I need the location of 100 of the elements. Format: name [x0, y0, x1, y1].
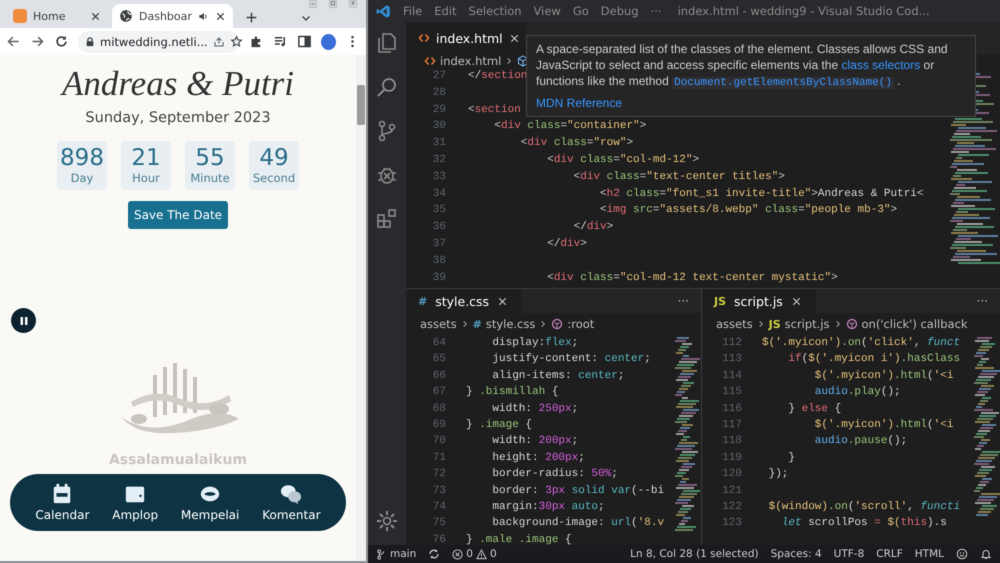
chevron-icon [756, 319, 765, 329]
code-icon [424, 55, 436, 67]
speaker-icon[interactable] [198, 10, 209, 22]
code-line: background-image: url('8.v [491, 516, 664, 532]
nav-item[interactable]: Komentar [262, 483, 321, 522]
side-panel-icon[interactable] [297, 34, 312, 49]
address-bar[interactable]: mitwedding.netli... [78, 30, 240, 52]
file-type-icon: JS [768, 318, 781, 330]
editor-tab[interactable]: # style.css [406, 289, 522, 313]
class-selectors-link[interactable]: class selectors [842, 58, 920, 72]
nav-item[interactable]: Calendar [35, 483, 90, 522]
avatar[interactable] [321, 34, 336, 50]
menu-item[interactable]: Go [572, 4, 589, 18]
browser-tab[interactable]: Dashboar [112, 4, 233, 28]
close-icon[interactable] [214, 10, 226, 22]
menu-item[interactable]: ··· [650, 4, 662, 18]
editor-tab[interactable]: index.html [406, 22, 526, 54]
line-number: 67 [432, 385, 447, 400]
breadcrumb-item[interactable]: assets [716, 317, 753, 331]
save-the-date-button[interactable]: Save The Date [128, 201, 228, 229]
minimap-drawing[interactable] [673, 337, 701, 532]
code-line: border-radius: 50%; [491, 467, 618, 482]
playlist-icon[interactable] [273, 34, 288, 49]
line-number: 121 [721, 484, 743, 499]
code-line: margin:30px auto; [491, 500, 605, 515]
code-line: </section [468, 69, 528, 84]
minimap-drawing[interactable] [972, 337, 1000, 517]
line-number: 36 [432, 220, 447, 236]
line-number: 37 [432, 236, 447, 252]
scrollbar[interactable] [356, 55, 366, 561]
file-type-icon: # [472, 318, 482, 330]
branch-icon [376, 548, 387, 560]
forward-icon[interactable] [30, 34, 45, 49]
code-line: if($('.myicon i').hasClass [787, 352, 960, 368]
breadcrumb-item[interactable]: on('click') callback [846, 317, 968, 331]
calendar-icon [51, 483, 74, 505]
search-icon[interactable] [375, 75, 399, 99]
line-number: 38 [432, 254, 447, 269]
new-tab-icon[interactable] [244, 11, 258, 24]
code-line: height: 200px; [491, 450, 585, 466]
branch-indicator[interactable]: main [376, 548, 416, 560]
breadcrumb-item[interactable]: :root [551, 317, 594, 331]
close-icon[interactable] [497, 296, 508, 306]
warning-icon [476, 548, 487, 560]
menu-item[interactable]: View [534, 4, 561, 18]
line-number: 118 [721, 434, 743, 450]
line-number: 76 [432, 532, 447, 545]
breadcrumb-item[interactable]: assets [420, 317, 457, 331]
more-actions-button[interactable]: ··· [666, 289, 701, 313]
close-icon[interactable] [90, 10, 101, 22]
line-number: 123 [721, 516, 743, 532]
problems-indicator[interactable]: 0 0 [452, 548, 497, 560]
mdn-reference-link[interactable]: MDN Reference [536, 95, 622, 111]
error-icon [452, 548, 464, 560]
blocks-icon[interactable] [375, 207, 399, 231]
line-number: 122 [721, 500, 743, 516]
share-icon[interactable] [212, 36, 225, 48]
countdown-label: Second [252, 171, 296, 185]
star-icon[interactable] [230, 35, 243, 48]
files-icon[interactable] [375, 31, 399, 55]
scroll-thumb[interactable] [357, 85, 365, 125]
close-icon[interactable] [790, 296, 802, 306]
bell-icon[interactable] [980, 548, 992, 560]
line-number: 32 [432, 152, 447, 168]
menu-item[interactable]: Debug [600, 4, 639, 18]
breadcrumb-item[interactable]: index.html [424, 54, 502, 68]
menu-item[interactable]: Edit [434, 4, 457, 18]
nav-item[interactable]: Amplop [112, 483, 158, 522]
back-icon[interactable] [6, 34, 21, 49]
encoding-indicator[interactable]: UTF-8 [834, 548, 864, 560]
couple-names: Andreas & Putri [62, 64, 294, 104]
sync-icon[interactable] [428, 548, 440, 560]
countdown-label: Minute [190, 171, 230, 185]
breadcrumb-item[interactable]: JS script.js [768, 317, 830, 331]
line-number: 68 [432, 402, 447, 417]
code-line: justify-content: center; [491, 352, 651, 368]
settings-icon[interactable] [375, 509, 399, 533]
cursor-position[interactable]: Ln 8, Col 28 (1 selected) [630, 548, 759, 560]
code-line: display:flex; [491, 336, 578, 351]
language-indicator[interactable]: HTML [914, 548, 944, 560]
event-date: Sunday, September 2023 [85, 110, 271, 126]
countdown-label: Day [70, 171, 94, 185]
nav-item[interactable]: Mempelai [180, 483, 240, 522]
breadcrumb-item[interactable]: # style.css [472, 317, 536, 331]
browser-tab[interactable]: Home [6, 4, 108, 28]
close-icon[interactable] [508, 32, 520, 44]
smiley-icon[interactable] [956, 548, 968, 560]
code-line: <img src="assets/8.webp" class="people mb-3"> [599, 203, 898, 218]
line-ending-indicator[interactable]: CRLF [876, 548, 903, 560]
pause-button[interactable] [11, 308, 36, 333]
more-actions-button[interactable]: ··· [964, 289, 1000, 313]
maximize-icon[interactable] [326, 0, 340, 8]
menu-item[interactable]: Selection [468, 4, 522, 18]
indentation-indicator[interactable]: Spaces: 4 [770, 548, 822, 560]
menu-item[interactable]: File [403, 4, 422, 18]
editor-tab[interactable]: JS script.js [702, 289, 816, 313]
line-number: 65 [432, 352, 447, 368]
countdown-value: 898 [60, 146, 104, 171]
chat-icon [280, 483, 302, 505]
reload-icon[interactable] [54, 34, 69, 49]
